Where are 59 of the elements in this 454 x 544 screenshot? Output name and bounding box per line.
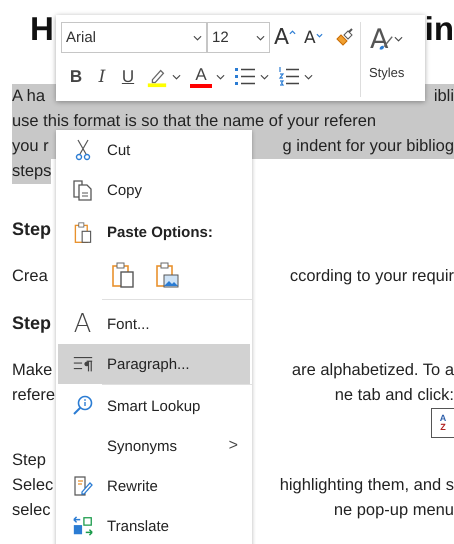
bold-button[interactable]: B: [67, 67, 85, 87]
menu-item[interactable]: Synonyms >: [58, 426, 250, 466]
caret-icon: [316, 32, 323, 38]
chevron-icon: [216, 74, 225, 80]
font-icon: A: [74, 310, 92, 338]
caret-icon: [289, 30, 296, 35]
chevron-icon: [260, 74, 269, 80]
translate-icon: [72, 515, 94, 537]
copy-icon: [72, 179, 94, 201]
styles-button[interactable]: A: [370, 25, 404, 53]
chevron-icon: [172, 74, 181, 80]
body-text: ne pop-up menu: [334, 500, 454, 521]
body-text: highlighting them, and s: [280, 475, 454, 496]
submenu-arrow: >: [228, 437, 238, 455]
styles-label: Styles: [369, 65, 404, 80]
heading-text: Step: [12, 218, 52, 241]
numbering-button[interactable]: [277, 66, 313, 88]
body-text: ibli: [434, 86, 454, 107]
italic-button[interactable]: I: [93, 67, 111, 87]
body-text: refere: [12, 385, 56, 406]
menu-item[interactable]: Copy: [58, 170, 250, 210]
menu-item[interactable]: Translate: [58, 506, 250, 544]
clipboard-icon: [72, 222, 94, 244]
body-text: steps: [12, 159, 52, 184]
shrink-font-button[interactable]: A: [304, 28, 330, 48]
menu-item[interactable]: Rewrite: [58, 466, 250, 506]
paste-picture-icon[interactable]: [155, 262, 179, 288]
grow-font-button[interactable]: A: [274, 25, 300, 50]
menu-item[interactable]: Smart Lookup: [58, 386, 250, 426]
title-text: H: [30, 9, 54, 49]
chevron-icon: [193, 34, 202, 40]
body-text: g indent for your bibliog: [282, 136, 454, 157]
body-text: selec: [12, 500, 51, 521]
body-text: are alphabetized. To a: [292, 360, 454, 381]
search-icon: [72, 395, 94, 417]
body-text: Make: [12, 360, 52, 381]
underline-button[interactable]: U: [119, 67, 137, 87]
bullet-list-icon: [233, 66, 257, 88]
body-text: Crea: [12, 266, 48, 287]
paste-options-header: Paste Options:: [58, 210, 250, 255]
chevron-icon: [304, 74, 313, 80]
menu-item[interactable]: A Font...: [58, 304, 250, 344]
heading-text: Step: [12, 312, 52, 335]
sort-button[interactable]: A Z: [431, 408, 454, 438]
body-text: Step: [12, 450, 46, 471]
chevron-icon: [256, 34, 265, 40]
bullets-button[interactable]: [233, 66, 269, 88]
clipboard-icon[interactable]: [111, 262, 135, 288]
title-text: in: [424, 9, 454, 49]
font-color-button[interactable]: A: [189, 66, 225, 88]
body-text: Selec: [12, 475, 54, 496]
menu-item[interactable]: Paragraph...: [58, 344, 250, 384]
numbered-list-icon: [277, 66, 301, 88]
font-size-field[interactable]: 12: [207, 22, 270, 53]
body-text: ccording to your requir: [290, 266, 454, 287]
font-name-field[interactable]: Arial: [61, 22, 207, 53]
body-text: ne tab and click:: [334, 385, 454, 406]
rewrite-icon: [72, 475, 94, 497]
chevron-icon: [394, 36, 404, 42]
